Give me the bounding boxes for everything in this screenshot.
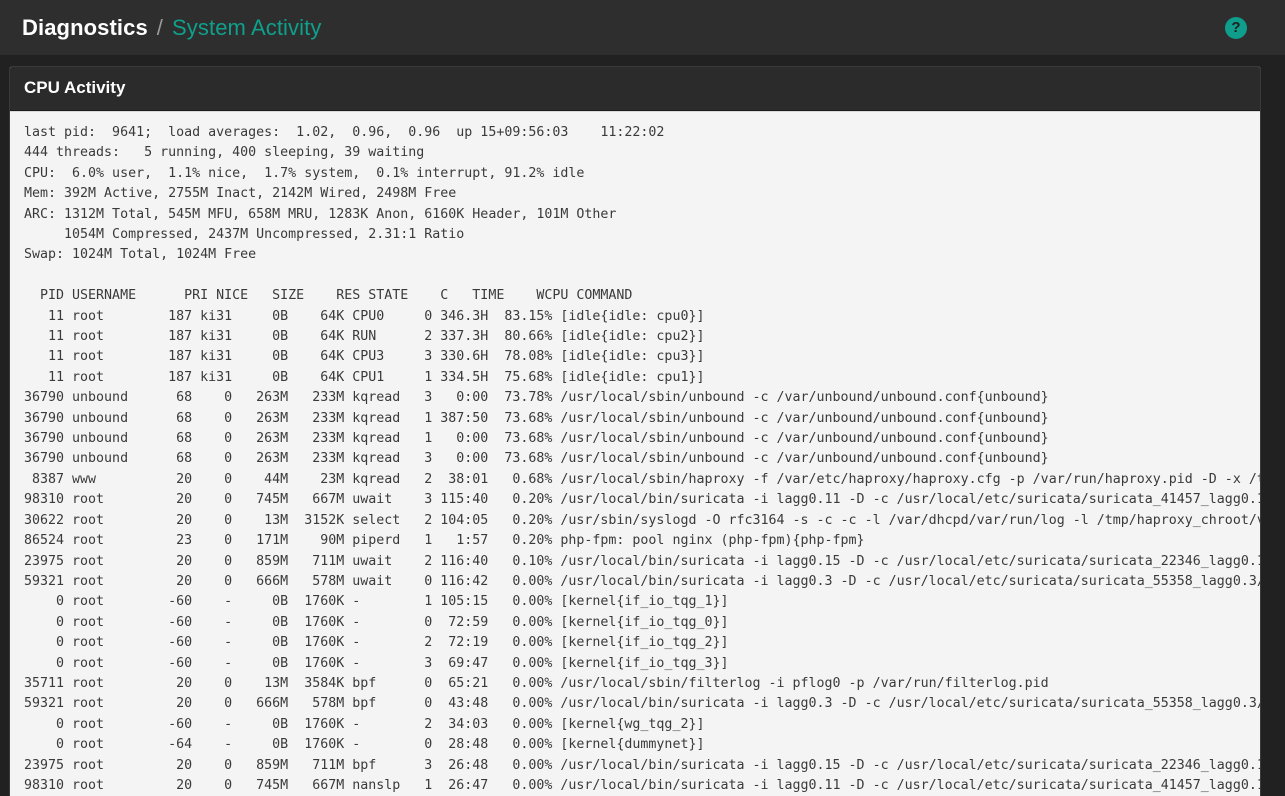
breadcrumb-item-system-activity[interactable]: System Activity <box>172 15 321 41</box>
process-table-rows: 11 root 187 ki31 0B 64K CPU0 0 346.3H 83… <box>24 308 1260 793</box>
top-line-swap: Swap: 1024M Total, 1024M Free <box>24 247 257 263</box>
panel-title: CPU Activity <box>10 67 1260 111</box>
top-output-terminal: last pid: 9641; load averages: 1.02, 0.9… <box>10 119 1260 796</box>
help-circle-icon[interactable]: ? <box>1225 16 1247 39</box>
panel-body: last pid: 9641; load averages: 1.02, 0.9… <box>10 111 1260 796</box>
cpu-activity-panel: CPU Activity last pid: 9641; load averag… <box>9 66 1261 796</box>
process-table-header: PID USERNAME PRI NICE SIZE RES STATE C T… <box>24 288 633 304</box>
top-line-mem: Mem: 392M Active, 2755M Inact, 2142M Wir… <box>24 186 457 202</box>
breadcrumb-bar: Diagnostics / System Activity ? <box>0 0 1285 55</box>
top-line-arc-compressed: 1054M Compressed, 2437M Uncompressed, 2.… <box>24 227 465 243</box>
top-line-arc: ARC: 1312M Total, 545M MFU, 658M MRU, 12… <box>24 206 617 222</box>
breadcrumb-separator: / <box>156 14 164 40</box>
breadcrumb: Diagnostics / System Activity <box>22 15 321 41</box>
breadcrumb-item-diagnostics[interactable]: Diagnostics <box>22 15 148 41</box>
top-line-threads: 444 threads: 5 running, 400 sleeping, 39… <box>24 145 425 161</box>
page-body: CPU Activity last pid: 9641; load averag… <box>0 55 1285 796</box>
top-line-cpu: CPU: 6.0% user, 1.1% nice, 1.7% system, … <box>24 165 585 181</box>
top-line-last-pid: last pid: 9641; load averages: 1.02, 0.9… <box>24 125 665 140</box>
help-button-wrap: ? <box>1225 16 1263 39</box>
spacer-line <box>24 266 1260 286</box>
